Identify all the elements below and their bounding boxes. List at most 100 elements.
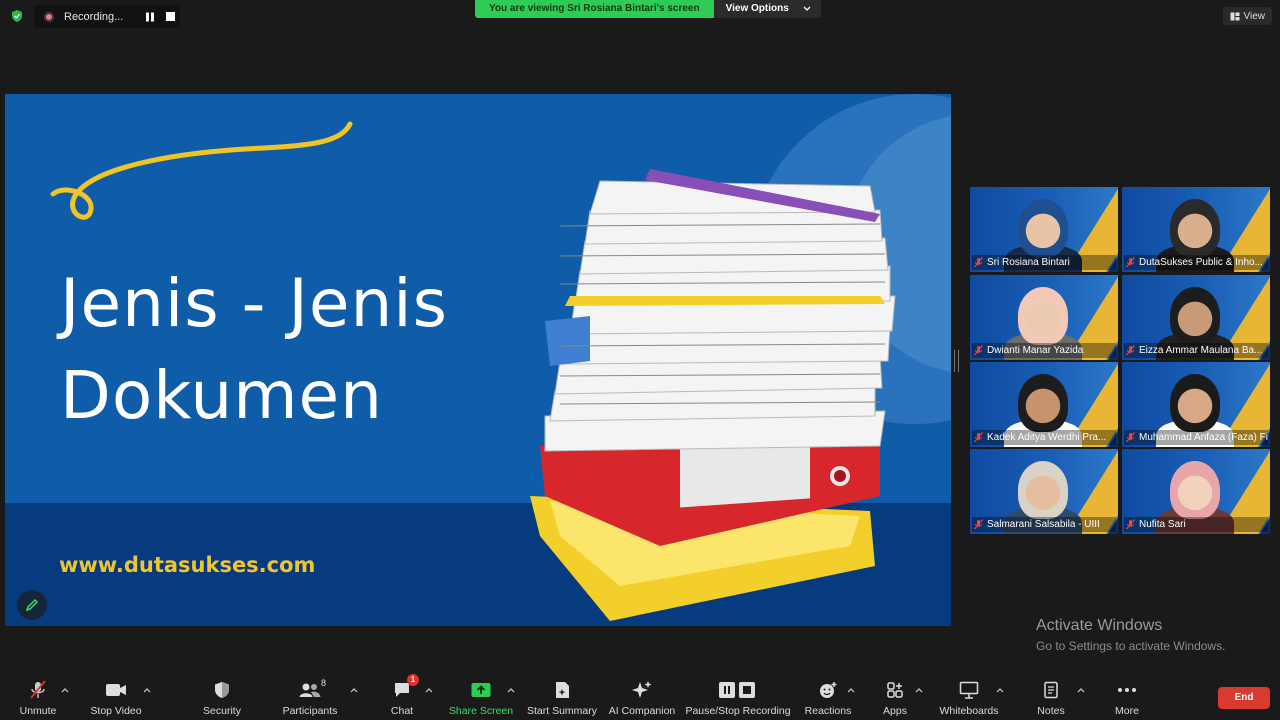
whiteboards-label: Whiteboards — [939, 705, 999, 717]
mic-muted-icon — [974, 519, 983, 530]
audio-options-chevron-icon[interactable] — [61, 687, 69, 693]
chat-label: Chat — [390, 705, 414, 717]
shared-screen: Jenis - Jenis Dokumen www.dutasukses.com — [5, 94, 951, 626]
chat-badge: 1 — [407, 674, 419, 686]
participant-video-head — [1018, 287, 1068, 345]
mic-muted-icon — [1126, 519, 1135, 530]
mic-muted-icon — [30, 680, 46, 699]
participant-video-head — [1018, 374, 1068, 432]
ai-companion-button[interactable]: AI Companion — [597, 680, 687, 717]
participant-name-bar: Salmarani Salsabila - UIII — [972, 517, 1116, 532]
stop-video-button[interactable]: Stop Video — [71, 680, 161, 717]
apps-label: Apps — [883, 705, 907, 717]
shield-icon[interactable] — [10, 9, 24, 23]
pause-recording-icon[interactable] — [144, 11, 156, 23]
whiteboard-icon — [959, 681, 979, 699]
video-options-chevron-icon[interactable] — [143, 687, 151, 693]
start-summary-label: Start Summary — [526, 705, 597, 717]
participant-video-head — [1170, 199, 1220, 257]
share-screen-button[interactable]: Share Screen — [436, 680, 526, 717]
panel-resize-handle[interactable] — [954, 350, 959, 372]
pencil-icon — [25, 598, 39, 612]
stop-recording-icon[interactable] — [166, 12, 175, 21]
participant-video-head — [1170, 287, 1220, 345]
participants-button[interactable]: 8 Participants — [265, 678, 355, 717]
sparkle-icon — [632, 681, 652, 698]
chat-button[interactable]: 1 Chat — [357, 674, 447, 717]
mic-muted-icon — [1126, 345, 1135, 356]
slide-title: Jenis - Jenis Dokumen — [60, 258, 448, 442]
end-meeting-button[interactable]: End — [1218, 687, 1270, 709]
document-stack-image — [530, 169, 896, 621]
stop-video-label: Stop Video — [90, 705, 142, 717]
view-button[interactable]: View — [1222, 7, 1272, 25]
participant-name: Salmarani Salsabila - UIII — [987, 519, 1100, 530]
meeting-toolbar: Unmute Stop Video Security 8 Participant… — [0, 672, 1280, 720]
participant-tile[interactable]: Muhammad Anfaza (Faza) Fir... — [1122, 362, 1270, 447]
slide-title-line2: Dokumen — [60, 357, 383, 434]
share-screen-icon — [471, 683, 491, 697]
participant-name: Sri Rosiana Bintari — [987, 257, 1070, 268]
pause-stop-icon — [719, 682, 755, 698]
participant-name-bar: Sri Rosiana Bintari — [972, 255, 1116, 270]
participant-name: Kadek Aditya Werdhi Pra... — [987, 432, 1107, 443]
whiteboards-chevron-icon[interactable] — [996, 687, 1004, 693]
mic-muted-icon — [974, 432, 983, 443]
recording-label: Recording... — [64, 10, 124, 23]
smiley-plus-icon — [820, 682, 837, 698]
participants-icon — [299, 683, 321, 697]
apps-icon — [887, 682, 903, 698]
participant-name-bar: Dwianti Manar Yazida — [972, 343, 1116, 358]
view-options-label: View Options — [725, 3, 789, 14]
annotate-button[interactable] — [17, 590, 47, 620]
security-button[interactable]: Security — [177, 680, 267, 717]
participant-name: Muhammad Anfaza (Faza) Fir... — [1139, 432, 1268, 443]
whiteboards-button[interactable]: Whiteboards — [924, 680, 1014, 717]
participant-tile[interactable]: Nufita Sari — [1122, 449, 1270, 534]
chat-chevron-icon[interactable] — [425, 687, 433, 693]
participant-name-bar: Muhammad Anfaza (Faza) Fir... — [1124, 430, 1268, 445]
view-options-button[interactable]: View Options — [713, 0, 821, 18]
summary-document-icon — [556, 682, 569, 698]
more-button[interactable]: More — [1082, 680, 1172, 717]
apps-chevron-icon[interactable] — [915, 687, 923, 693]
participant-tile[interactable]: DutaSukses Public & Inho... — [1122, 187, 1270, 272]
participant-tile[interactable]: Eizza Ammar Maulana Ba... — [1122, 275, 1270, 360]
participant-video-head — [1018, 199, 1068, 257]
participant-name: Nufita Sari — [1139, 519, 1186, 530]
participant-tile[interactable]: Dwianti Manar Yazida — [970, 275, 1118, 360]
mic-muted-icon — [1126, 257, 1135, 268]
pause-stop-label: Pause/Stop Recording — [685, 705, 791, 717]
participant-name-bar: DutaSukses Public & Inho... — [1124, 255, 1268, 270]
participant-tile[interactable]: Kadek Aditya Werdhi Pra... — [970, 362, 1118, 447]
participant-name: Eizza Ammar Maulana Ba... — [1139, 345, 1263, 356]
start-summary-button[interactable]: Start Summary — [517, 680, 607, 717]
share-screen-label: Share Screen — [448, 705, 514, 717]
security-label: Security — [203, 705, 241, 717]
mic-muted-icon — [974, 345, 983, 356]
notes-icon — [1044, 681, 1058, 699]
screen-share-banner: You are viewing Sri Rosiana Bintari's sc… — [475, 0, 821, 18]
slide-url: www.dutasukses.com — [59, 553, 316, 577]
notes-label: Notes — [1037, 705, 1065, 717]
participant-tile[interactable]: Salmarani Salsabila - UIII — [970, 449, 1118, 534]
participant-name-bar: Kadek Aditya Werdhi Pra... — [972, 430, 1116, 445]
pause-stop-recording-button[interactable]: Pause/Stop Recording — [685, 680, 791, 717]
activate-windows-title: Activate Windows — [1036, 617, 1163, 634]
participant-name: DutaSukses Public & Inho... — [1139, 257, 1263, 268]
recording-dot-icon — [44, 11, 54, 22]
chevron-down-icon — [803, 6, 811, 11]
participant-name: Dwianti Manar Yazida — [987, 345, 1084, 356]
reactions-label: Reactions — [804, 705, 852, 717]
activate-windows-subtitle: Go to Settings to activate Windows. — [1036, 639, 1226, 653]
participant-video-head — [1018, 461, 1068, 519]
squiggle-decoration — [50, 121, 353, 220]
recording-indicator[interactable]: Recording... — [34, 5, 180, 28]
share-options-chevron-icon[interactable] — [507, 687, 515, 693]
participants-label: Participants — [282, 705, 338, 717]
more-dots-icon — [1118, 688, 1136, 692]
participant-video-head — [1170, 374, 1220, 432]
mic-muted-icon — [974, 257, 983, 268]
participant-tile[interactable]: Sri Rosiana Bintari — [970, 187, 1118, 272]
unmute-label: Unmute — [19, 705, 57, 717]
